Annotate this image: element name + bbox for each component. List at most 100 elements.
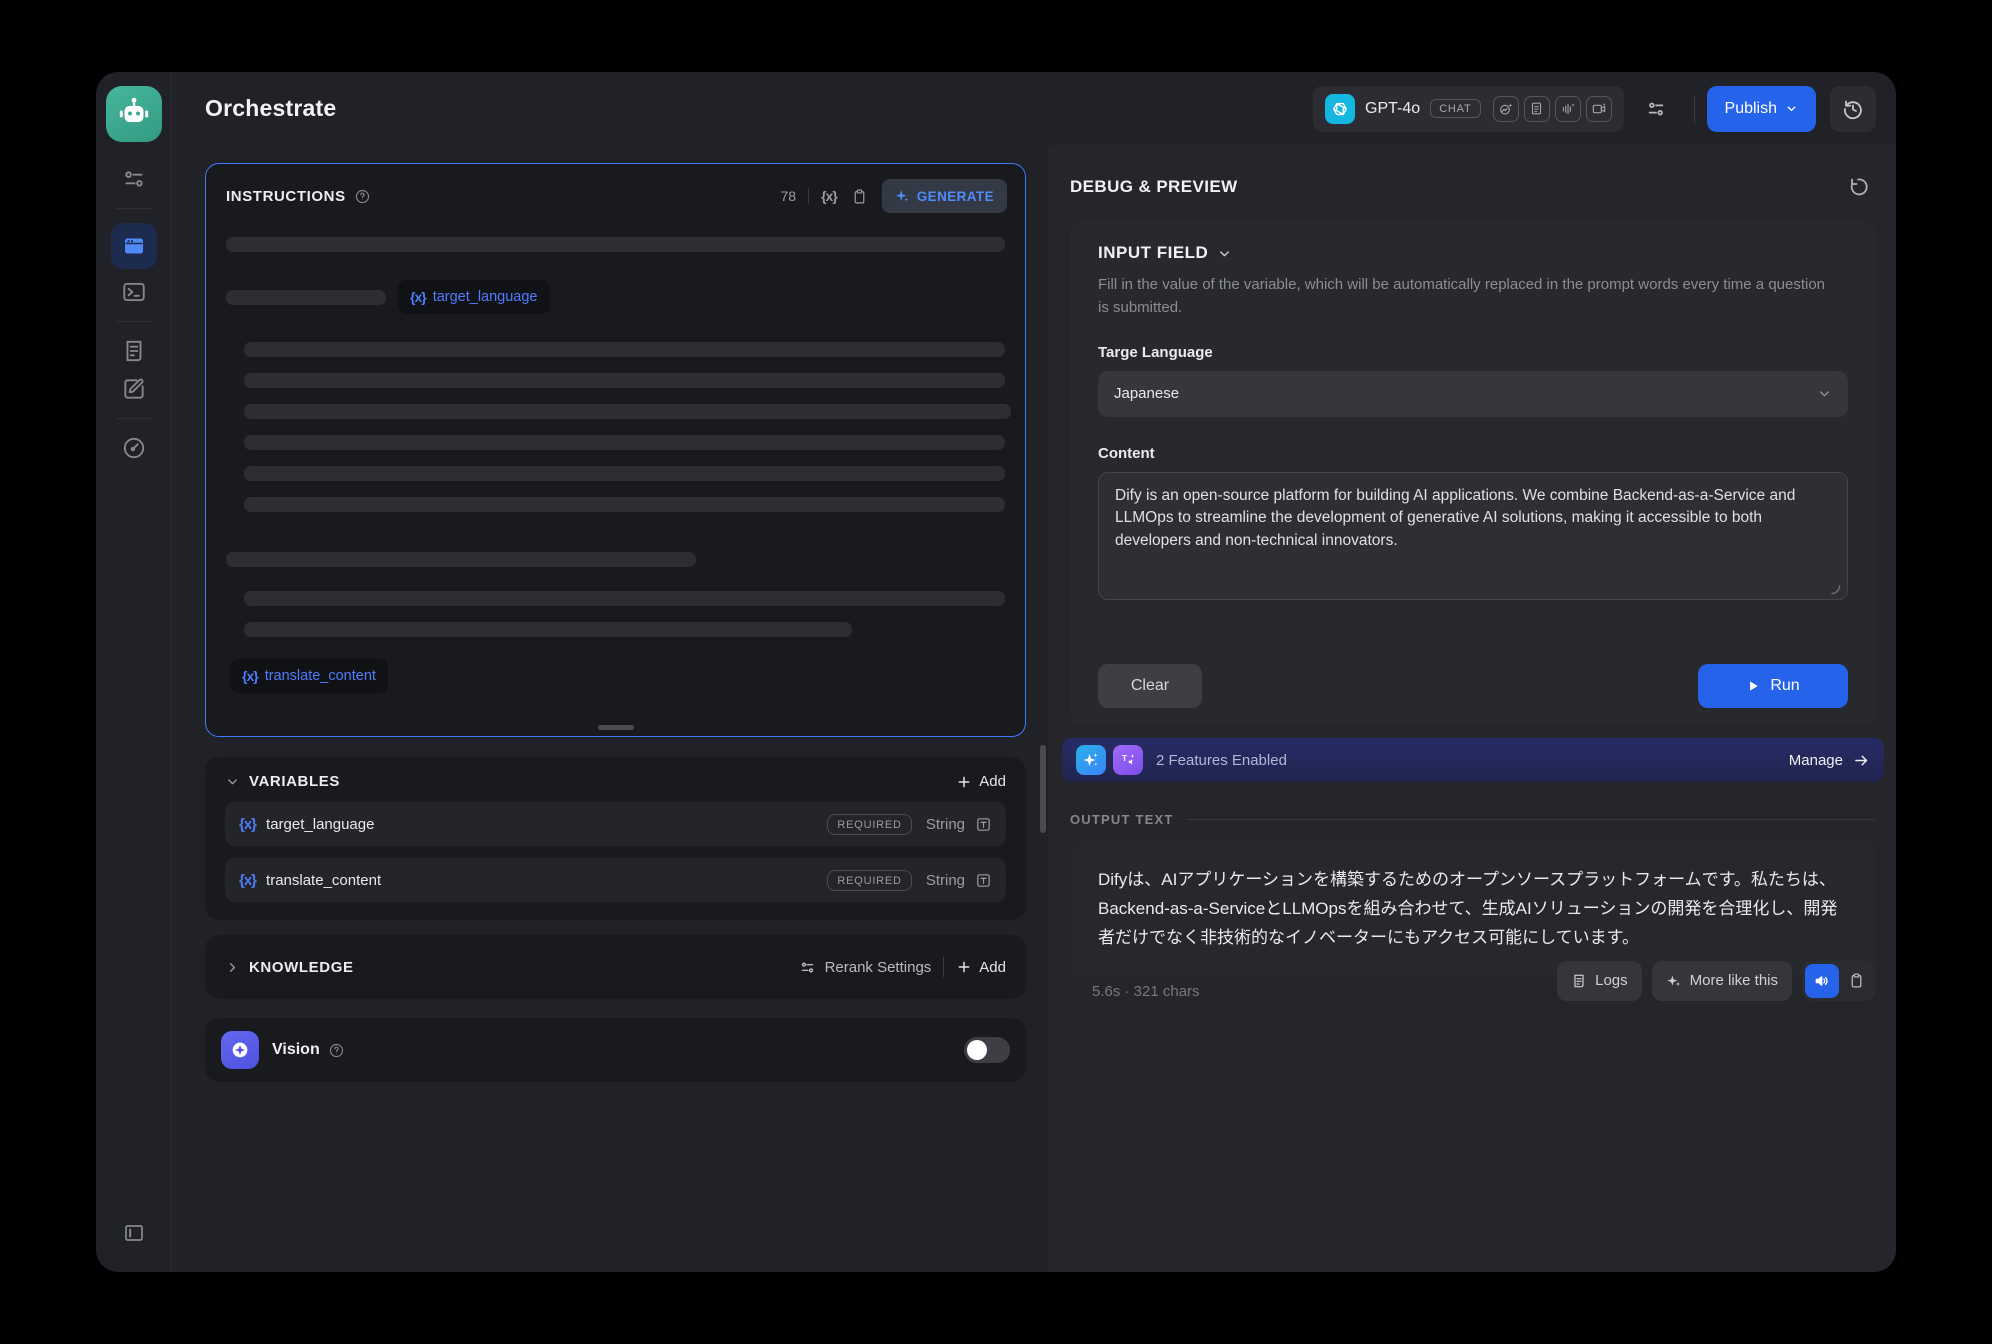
robot-icon	[114, 94, 154, 134]
debug-preview-pane: DEBUG & PREVIEW INPUT FIELD	[1050, 145, 1896, 1272]
vision-label: Vision	[272, 1041, 320, 1059]
input-field-title: INPUT FIELD	[1098, 243, 1208, 263]
knowledge-section: KNOWLEDGE Rerank Settings	[205, 935, 1026, 999]
more-like-this-button[interactable]: More like this	[1652, 961, 1792, 1001]
char-count: 78	[781, 188, 797, 204]
audio-actions-group	[1802, 961, 1876, 1001]
variable-chip-translate-content[interactable]: {x} translate_content	[230, 659, 388, 693]
resize-handle[interactable]	[598, 725, 634, 730]
app-logo[interactable]	[106, 86, 162, 142]
resize-grip-icon[interactable]	[1829, 583, 1841, 595]
skeleton-line	[244, 373, 1005, 388]
string-type-icon[interactable]	[975, 816, 992, 833]
target-language-select[interactable]: Japanese	[1098, 371, 1848, 417]
gauge-icon	[121, 435, 147, 461]
clear-label: Clear	[1131, 677, 1169, 695]
terminal-icon	[121, 279, 147, 305]
insert-variable-icon[interactable]: {x}	[821, 188, 837, 204]
sidebar-divider	[116, 208, 152, 209]
variable-chip-target-language[interactable]: {x} target_language	[398, 280, 550, 314]
add-label: Add	[979, 959, 1006, 976]
chevron-down-icon	[1785, 102, 1798, 115]
input-field-header[interactable]: INPUT FIELD	[1098, 243, 1848, 263]
help-icon[interactable]	[354, 188, 371, 205]
orchestrate-pane: INSTRUCTIONS 78 {x}	[172, 145, 1050, 1272]
instructions-editor[interactable]: {x} target_language	[206, 219, 1025, 736]
sidebar-divider	[116, 321, 152, 322]
version-history-button[interactable]	[1830, 86, 1876, 132]
more-like-this-label: More like this	[1690, 972, 1778, 989]
variable-icon: {x}	[242, 668, 258, 684]
sidebar-item-monitoring[interactable]	[114, 429, 154, 467]
publish-button[interactable]: Publish	[1707, 86, 1816, 132]
sidebar-item-logs[interactable]	[114, 332, 154, 370]
model-capabilities	[1493, 96, 1612, 122]
chevron-down-icon[interactable]	[225, 774, 240, 789]
variable-name: target_language	[266, 816, 374, 833]
instructions-title: INSTRUCTIONS	[226, 188, 346, 205]
vision-toggle[interactable]	[964, 1037, 1010, 1063]
run-button[interactable]: Run	[1698, 664, 1848, 708]
copy-output-button[interactable]	[1839, 964, 1873, 998]
add-knowledge-button[interactable]: Add	[956, 959, 1006, 976]
output-rule	[1187, 819, 1876, 820]
clear-button[interactable]: Clear	[1098, 664, 1202, 708]
sidebar-item-settings[interactable]	[114, 160, 154, 198]
target-language-label: Targe Language	[1098, 344, 1848, 361]
variable-type: String	[926, 816, 965, 833]
string-type-icon[interactable]	[975, 872, 992, 889]
add-label: Add	[979, 773, 1006, 790]
output-meta: 5.6s · 321 chars	[1092, 961, 1200, 1000]
app-window-icon	[122, 234, 146, 258]
chevron-right-icon[interactable]	[225, 960, 240, 975]
plus-icon	[956, 959, 972, 975]
skeleton-line	[226, 552, 696, 567]
sidebar-item-annotation[interactable]	[114, 370, 154, 408]
model-selector[interactable]: GPT-4o CHAT	[1313, 86, 1623, 132]
more-like-this-feature-icon	[1076, 745, 1106, 775]
logs-button[interactable]: Logs	[1557, 961, 1642, 1001]
model-mode-badge: CHAT	[1430, 99, 1480, 118]
run-label: Run	[1770, 677, 1799, 695]
variable-icon: {x}	[410, 289, 426, 305]
chevron-down-icon	[1217, 246, 1232, 261]
output-text: Difyは、AIアプリケーションを構築するためのオープンソースプラットフォームで…	[1098, 870, 1837, 947]
variables-title: VARIABLES	[249, 773, 340, 790]
skeleton-line	[244, 466, 1005, 481]
debug-preview-title: DEBUG & PREVIEW	[1070, 177, 1238, 197]
instructions-header: INSTRUCTIONS 78 {x}	[206, 164, 1025, 219]
speaker-button[interactable]	[1805, 964, 1839, 998]
video-capability-icon	[1586, 96, 1612, 122]
features-bar[interactable]: T 2 Features Enabled Manage	[1062, 738, 1884, 782]
logs-icon	[1571, 973, 1587, 989]
scrollbar-thumb[interactable]	[1040, 745, 1046, 833]
sidebar-item-orchestrate-active[interactable]	[111, 223, 157, 269]
edit-icon	[121, 376, 147, 402]
required-badge: REQUIRED	[827, 814, 911, 835]
variable-row-target-language[interactable]: {x} target_language REQUIRED String	[225, 802, 1006, 846]
skeleton-line	[244, 342, 1005, 357]
vision-icon	[221, 1031, 259, 1069]
vision-section: Vision	[205, 1018, 1026, 1082]
rerank-settings-button[interactable]: Rerank Settings	[799, 959, 932, 976]
publish-label: Publish	[1725, 100, 1777, 118]
page-title: Orchestrate	[205, 95, 336, 122]
copy-icon[interactable]	[851, 188, 868, 205]
generate-button[interactable]: GENERATE	[882, 179, 1007, 213]
features-enabled-text: 2 Features Enabled	[1156, 752, 1287, 769]
sidebar-item-terminal[interactable]	[114, 273, 154, 311]
sliders-icon	[1645, 98, 1667, 120]
sliders-icon	[121, 166, 147, 192]
output-card: Difyは、AIアプリケーションを構築するためのオープンソースプラットフォームで…	[1070, 841, 1876, 977]
collapse-sidebar-button[interactable]	[114, 1214, 154, 1252]
variable-row-translate-content[interactable]: {x} translate_content REQUIRED String	[225, 858, 1006, 902]
reset-icon[interactable]	[1846, 175, 1870, 199]
add-variable-button[interactable]: Add	[956, 773, 1006, 790]
manage-features-button[interactable]: Manage	[1789, 752, 1870, 769]
content-textarea[interactable]: Dify is an open-source platform for buil…	[1098, 472, 1848, 600]
model-parameters-button[interactable]	[1636, 89, 1676, 129]
help-icon[interactable]	[328, 1042, 345, 1059]
header-divider	[808, 188, 809, 204]
input-field-card: INPUT FIELD Fill in the value of the var…	[1070, 221, 1876, 726]
instructions-panel[interactable]: INSTRUCTIONS 78 {x}	[205, 163, 1026, 737]
